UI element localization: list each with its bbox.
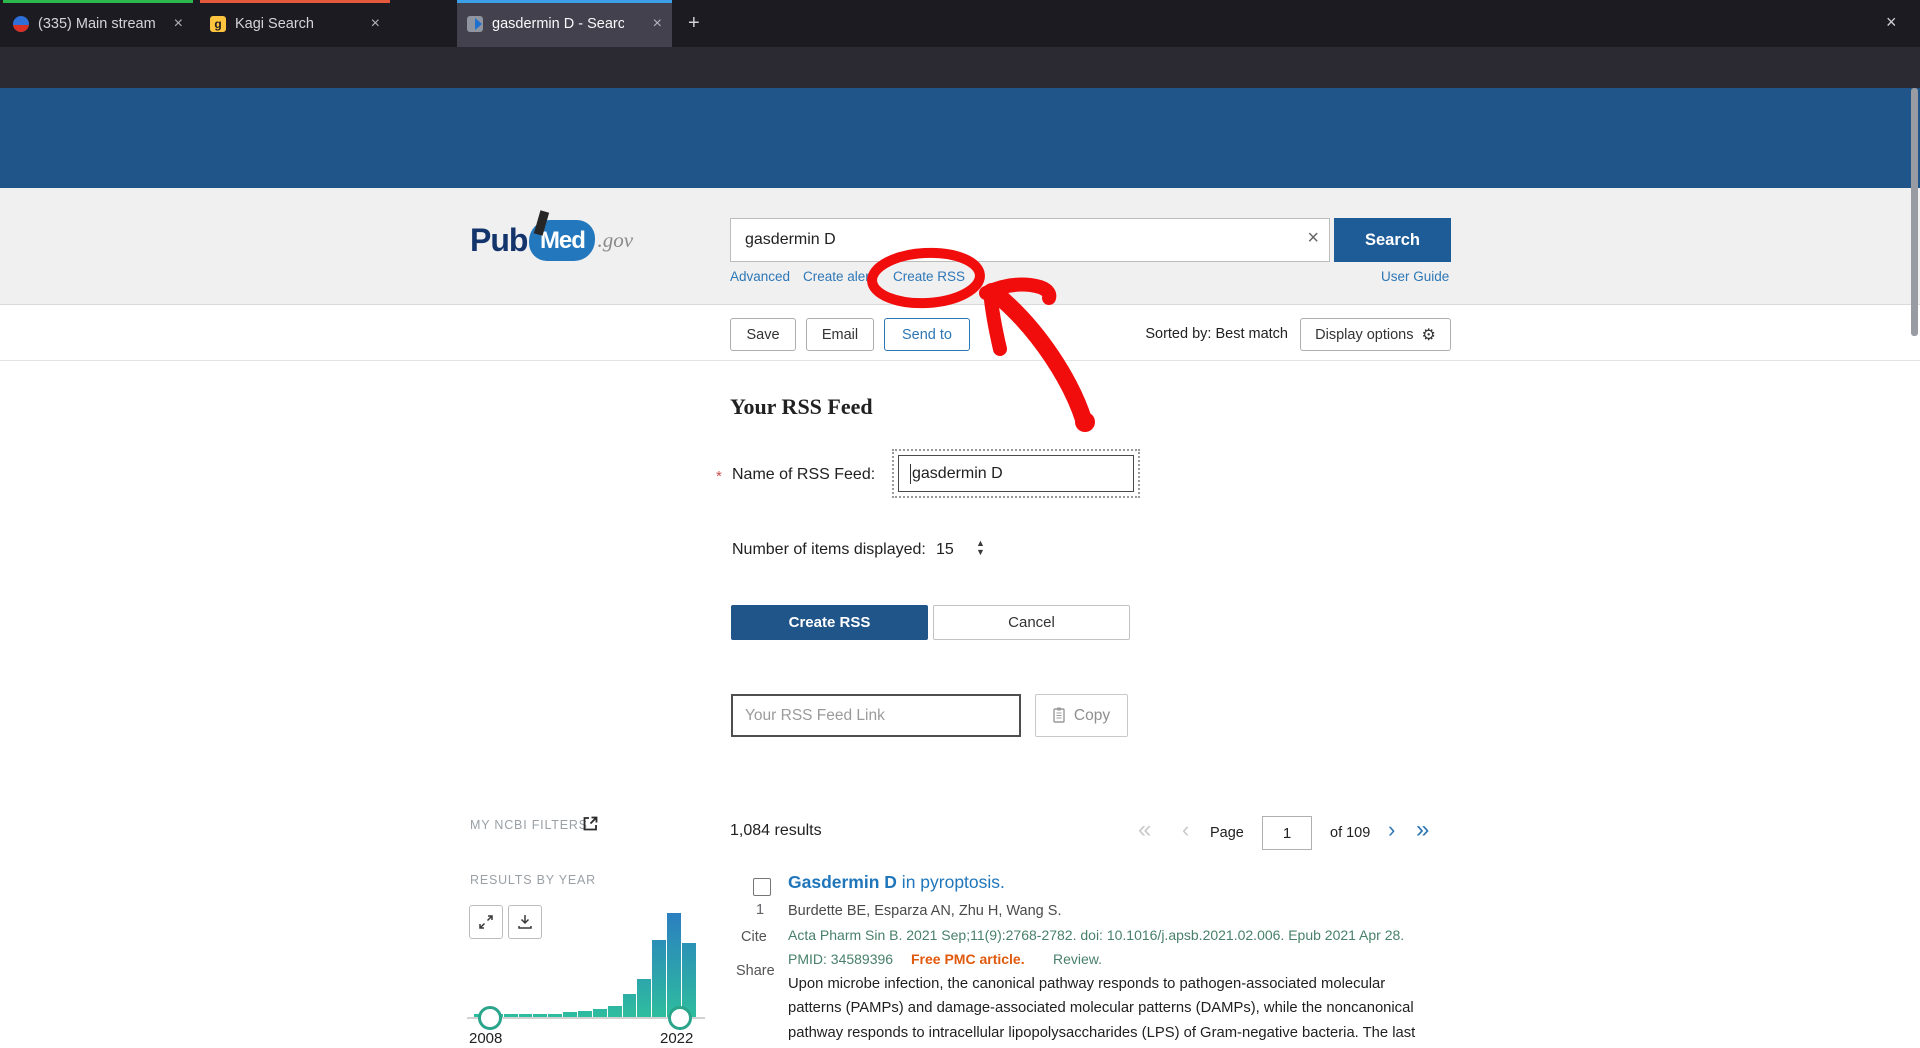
results-by-year-bars bbox=[474, 913, 696, 1017]
my-ncbi-filters-label[interactable]: MY NCBI FILTERS bbox=[470, 818, 588, 832]
window-close-button[interactable]: × bbox=[1886, 12, 1897, 32]
year-slider-handle-start[interactable] bbox=[478, 1006, 502, 1030]
tab-close-icon[interactable]: × bbox=[371, 15, 380, 33]
rss-feed-link-input[interactable] bbox=[731, 694, 1021, 737]
review-label: Review. bbox=[1053, 951, 1102, 967]
free-pmc-label[interactable]: Free PMC article. bbox=[911, 951, 1025, 967]
year-end-label: 2022 bbox=[660, 1030, 693, 1047]
cancel-button[interactable]: Cancel bbox=[933, 605, 1130, 640]
rss-name-label: Name of RSS Feed: bbox=[732, 466, 875, 484]
year-bar-2019[interactable] bbox=[637, 979, 651, 1017]
items-stepper[interactable]: ▲ ▼ bbox=[976, 539, 985, 557]
next-page-icon[interactable]: › bbox=[1388, 818, 1395, 842]
year-bar-2018[interactable] bbox=[623, 994, 637, 1017]
stepper-down-icon[interactable]: ▼ bbox=[976, 548, 985, 557]
tab-active-stripe-blue bbox=[457, 0, 672, 3]
first-page-icon[interactable]: « bbox=[1138, 818, 1151, 842]
stream-favicon bbox=[13, 16, 29, 32]
tab-container-stripe-orange bbox=[200, 0, 390, 3]
external-link-icon[interactable] bbox=[583, 816, 598, 831]
page-scrollbar[interactable] bbox=[1911, 88, 1918, 336]
search-button[interactable]: Search bbox=[1334, 218, 1451, 262]
rss-feed-heading: Your RSS Feed bbox=[730, 394, 873, 420]
year-bar-2021[interactable] bbox=[667, 913, 681, 1017]
required-asterisk: * bbox=[716, 468, 722, 485]
nlm-header: NIH National Library of Medicine Nationa… bbox=[0, 88, 1920, 188]
items-displayed-value[interactable]: 15 bbox=[936, 541, 954, 559]
pubmed-logo-gov: .gov bbox=[597, 228, 633, 253]
display-options-button[interactable]: Display options ⚙ bbox=[1300, 318, 1451, 351]
page-number-input[interactable] bbox=[1262, 816, 1312, 850]
cite-button[interactable]: Cite bbox=[741, 929, 767, 945]
pubmed-logo-med: Med bbox=[529, 220, 595, 261]
rss-name-input[interactable]: gasdermin D bbox=[898, 455, 1134, 492]
year-bar-2020[interactable] bbox=[652, 940, 666, 1017]
results-by-year-label: RESULTS BY YEAR bbox=[470, 873, 596, 887]
create-rss-button[interactable]: Create RSS bbox=[731, 605, 928, 640]
user-guide-link[interactable]: User Guide bbox=[1381, 269, 1449, 284]
tab-kagi-search[interactable]: g Kagi Search × bbox=[200, 0, 390, 47]
share-button[interactable]: Share bbox=[736, 963, 775, 979]
create-alert-link[interactable]: Create alert bbox=[803, 269, 874, 284]
search-input[interactable] bbox=[731, 219, 1300, 261]
result-checkbox[interactable] bbox=[753, 878, 771, 896]
copy-button[interactable]: Copy bbox=[1035, 694, 1128, 737]
tab-title: Kagi Search bbox=[235, 16, 314, 32]
sorted-by-label: Sorted by: Best match bbox=[1130, 326, 1288, 342]
new-tab-button[interactable]: + bbox=[688, 13, 700, 33]
tab-main-stream[interactable]: (335) Main stream · × bbox=[3, 0, 193, 47]
prev-page-icon[interactable]: ‹ bbox=[1182, 818, 1189, 842]
result-number: 1 bbox=[756, 902, 764, 918]
email-button[interactable]: Email bbox=[806, 318, 874, 351]
year-bar-2016[interactable] bbox=[593, 1009, 607, 1017]
tab-close-icon[interactable]: × bbox=[653, 15, 662, 33]
page-of-label: of 109 bbox=[1330, 825, 1370, 841]
year-bar-2017[interactable] bbox=[608, 1006, 622, 1017]
tab-title: (335) Main stream · bbox=[38, 16, 156, 32]
results-count: 1,084 results bbox=[730, 822, 822, 840]
tab-title: gasdermin D - Searc bbox=[492, 16, 624, 32]
result-snippet: Upon microbe infection, the canonical pa… bbox=[788, 972, 1440, 1048]
last-page-icon[interactable]: » bbox=[1416, 818, 1429, 842]
page-label: Page bbox=[1210, 825, 1244, 841]
result-authors: Burdette BE, Esparza AN, Zhu H, Wang S. bbox=[788, 903, 1061, 919]
pubmed-logo-pub: Pub bbox=[470, 222, 527, 259]
tab-container-stripe-green bbox=[3, 0, 193, 3]
text-caret bbox=[910, 464, 911, 484]
send-to-button[interactable]: Send to bbox=[884, 318, 970, 351]
clear-search-icon[interactable]: × bbox=[1307, 227, 1319, 250]
red-arrow-tail-blob bbox=[1075, 412, 1095, 432]
kagi-favicon: g bbox=[210, 16, 226, 32]
result-pmid: PMID: 34589396 bbox=[788, 951, 893, 967]
header-divider bbox=[0, 360, 1920, 361]
year-start-label: 2008 bbox=[469, 1030, 502, 1047]
screen: (335) Main stream · × g Kagi Search × ga… bbox=[0, 0, 1920, 1048]
year-slider-handle-end[interactable] bbox=[668, 1006, 692, 1030]
browser-tab-bar: (335) Main stream · × g Kagi Search × ga… bbox=[0, 0, 1920, 47]
browser-toolbar: ← → ↻ ⌂ https://pubmed.ncbi.nlm.nih.gov/… bbox=[0, 47, 1920, 88]
tab-pubmed-active[interactable]: gasdermin D - Searc × bbox=[457, 0, 672, 47]
pubmed-favicon bbox=[467, 16, 483, 32]
search-input-wrap: × bbox=[730, 218, 1330, 262]
clipboard-icon bbox=[1053, 707, 1067, 724]
gear-icon: ⚙ bbox=[1421, 325, 1435, 345]
create-rss-link[interactable]: Create RSS bbox=[893, 269, 965, 284]
red-arrow-shaft bbox=[995, 293, 1084, 421]
result-title-link[interactable]: Gasdermin D in pyroptosis. bbox=[788, 872, 1005, 893]
advanced-link[interactable]: Advanced bbox=[730, 269, 790, 284]
result-citation: Acta Pharm Sin B. 2021 Sep;11(9):2768-27… bbox=[788, 927, 1404, 943]
pubmed-logo[interactable]: Pub Med .gov bbox=[470, 220, 633, 261]
save-button[interactable]: Save bbox=[730, 318, 796, 351]
items-displayed-label: Number of items displayed: bbox=[732, 541, 926, 559]
tab-close-icon[interactable]: × bbox=[174, 15, 183, 33]
